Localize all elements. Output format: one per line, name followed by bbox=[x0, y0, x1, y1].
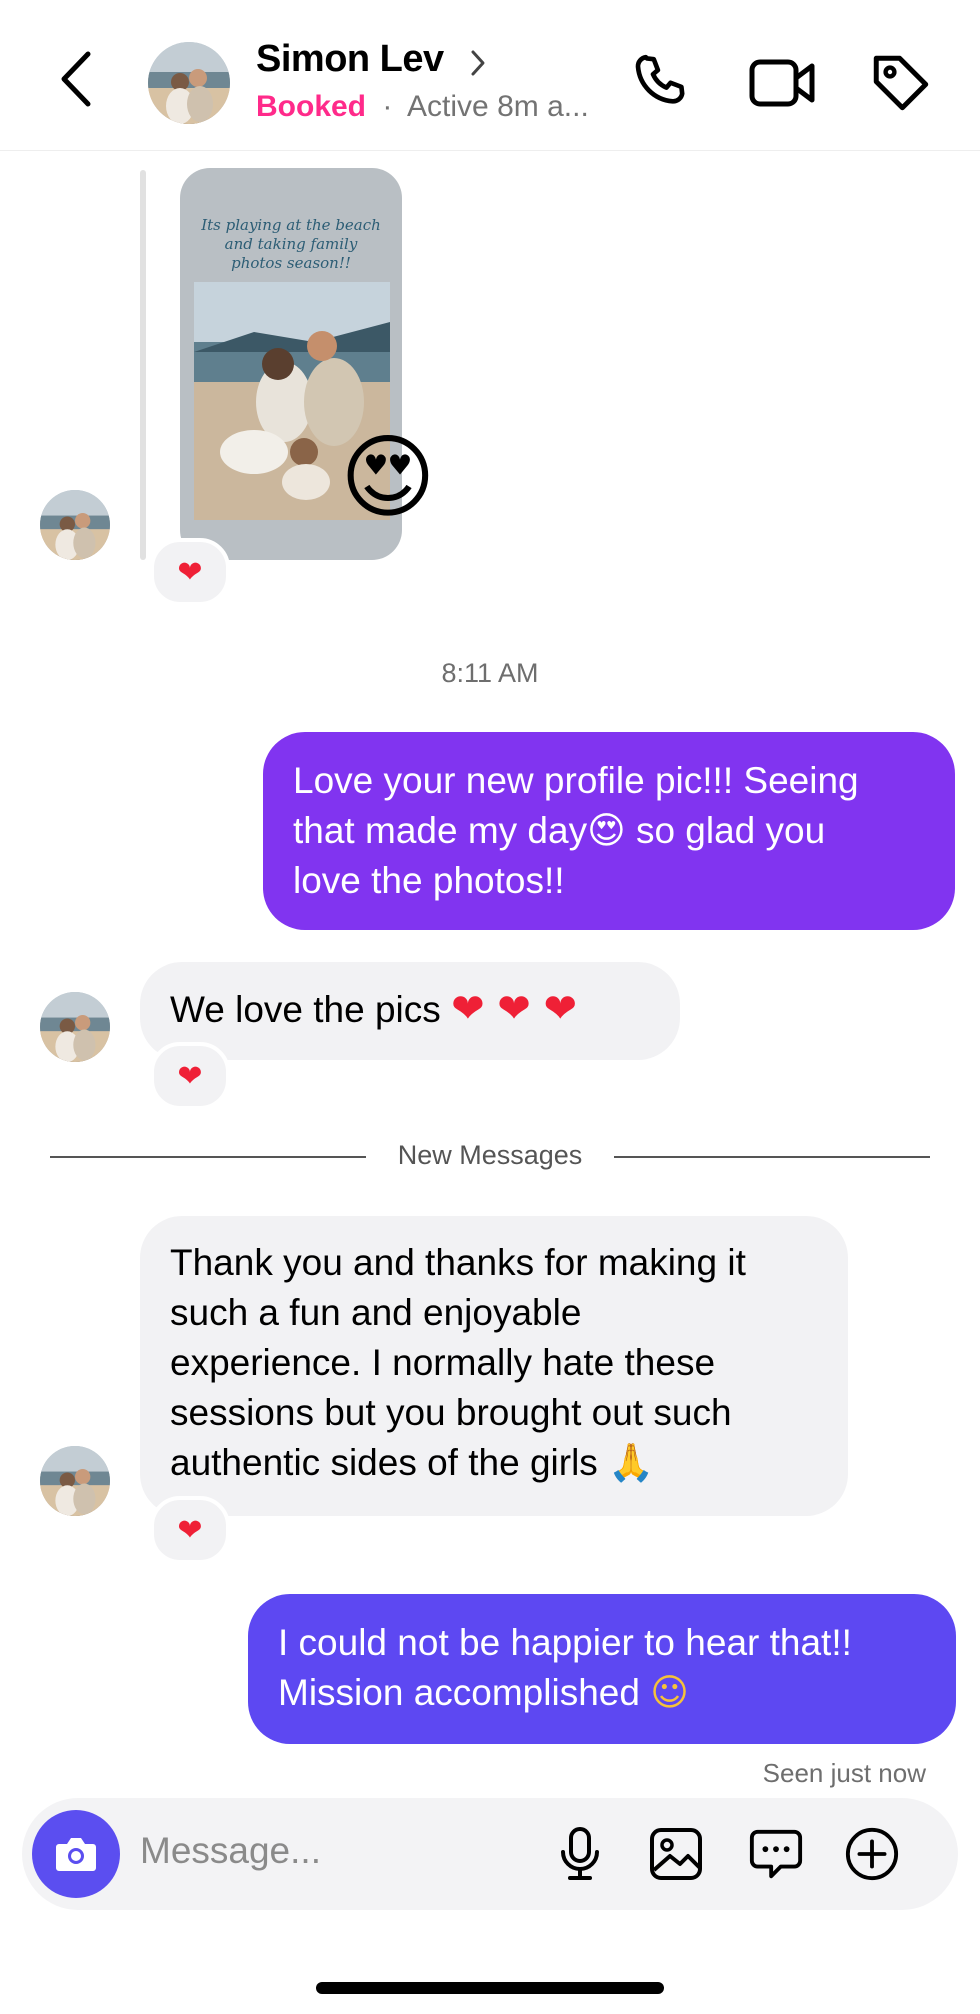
heart-reaction[interactable]: ❤ bbox=[150, 1042, 230, 1110]
message-line: I could not be happier to hear that!! bbox=[278, 1622, 852, 1663]
contact-name[interactable]: Simon Lev bbox=[256, 38, 444, 81]
message-line: Mission accomplished ☺ bbox=[278, 1668, 926, 1718]
tag-icon[interactable] bbox=[868, 50, 934, 116]
message-line: such a fun and enjoyable bbox=[170, 1292, 582, 1333]
back-chevron-icon[interactable] bbox=[52, 46, 100, 112]
hearts-emoji: ❤ ❤ ❤ bbox=[451, 986, 578, 1032]
message-line: that made my day😍 so glad you bbox=[293, 806, 925, 856]
praying-hands-emoji: 🙏 bbox=[608, 1441, 655, 1484]
microphone-icon[interactable] bbox=[552, 1826, 608, 1882]
smiling-face-emoji: ☺ bbox=[650, 1671, 689, 1714]
outgoing-message[interactable]: I could not be happier to hear that!! Mi… bbox=[248, 1594, 956, 1744]
heart-reaction[interactable]: ❤ bbox=[150, 1496, 230, 1564]
story-reply-bar bbox=[140, 170, 146, 560]
message-line: authentic sides of the girls 🙏 bbox=[170, 1438, 818, 1488]
sender-avatar bbox=[40, 992, 110, 1062]
message-input[interactable]: Message... bbox=[140, 1830, 321, 1872]
camera-button[interactable] bbox=[32, 1810, 120, 1898]
incoming-message[interactable]: We love the pics ❤ ❤ ❤ bbox=[140, 962, 680, 1060]
incoming-message[interactable]: Thank you and thanks for making it such … bbox=[140, 1216, 848, 1516]
booked-label: Booked bbox=[256, 90, 367, 123]
heart-reaction[interactable]: ❤ bbox=[150, 538, 230, 606]
message-text: so glad you bbox=[625, 810, 826, 851]
outgoing-message[interactable]: Love your new profile pic!!! Seeing that… bbox=[263, 732, 955, 930]
timestamp: 8:11 AM bbox=[441, 658, 539, 688]
message-options-icon[interactable] bbox=[748, 1826, 804, 1882]
add-icon[interactable] bbox=[844, 1826, 900, 1882]
divider-line-left bbox=[50, 1156, 366, 1158]
new-messages-label: New Messages bbox=[397, 1140, 583, 1170]
message-text: that made my day bbox=[293, 810, 588, 851]
message-line: experience. I normally hate these bbox=[170, 1342, 716, 1383]
message-text: Mission accomplished bbox=[278, 1672, 651, 1713]
message-line: Love your new profile pic!!! Seeing bbox=[293, 760, 859, 801]
message-line: love the photos!! bbox=[293, 860, 565, 901]
story-caption: Its playing at the beach and taking fami… bbox=[201, 216, 381, 272]
message-line: Thank you and thanks for making it bbox=[170, 1242, 746, 1283]
status-separator: · bbox=[382, 90, 393, 123]
active-status: Active 8m a... bbox=[407, 90, 589, 123]
chat-header: Simon Lev Booked · Active 8m a... bbox=[0, 0, 980, 151]
home-indicator bbox=[316, 1982, 664, 1994]
chevron-right-icon[interactable] bbox=[468, 48, 488, 78]
heart-eyes-emoji-reaction: 😍 bbox=[340, 424, 436, 531]
contact-avatar[interactable] bbox=[148, 42, 230, 124]
message-text: authentic sides of the girls bbox=[170, 1442, 609, 1483]
message-text: We love the pics bbox=[170, 989, 452, 1030]
gallery-icon[interactable] bbox=[648, 1826, 704, 1882]
heart-eyes-emoji: 😍 bbox=[587, 809, 626, 852]
sender-avatar bbox=[40, 1446, 110, 1516]
video-call-icon[interactable] bbox=[748, 52, 816, 114]
message-line: sessions but you brought out such bbox=[170, 1392, 732, 1433]
message-composer: Message... bbox=[22, 1798, 958, 1910]
seen-status: Seen just now bbox=[762, 1758, 926, 1788]
phone-icon[interactable] bbox=[630, 52, 692, 114]
sender-avatar bbox=[40, 490, 110, 560]
contact-status: Booked · Active 8m a... bbox=[256, 90, 589, 124]
divider-line-right bbox=[614, 1156, 930, 1158]
camera-icon bbox=[56, 1838, 96, 1871]
